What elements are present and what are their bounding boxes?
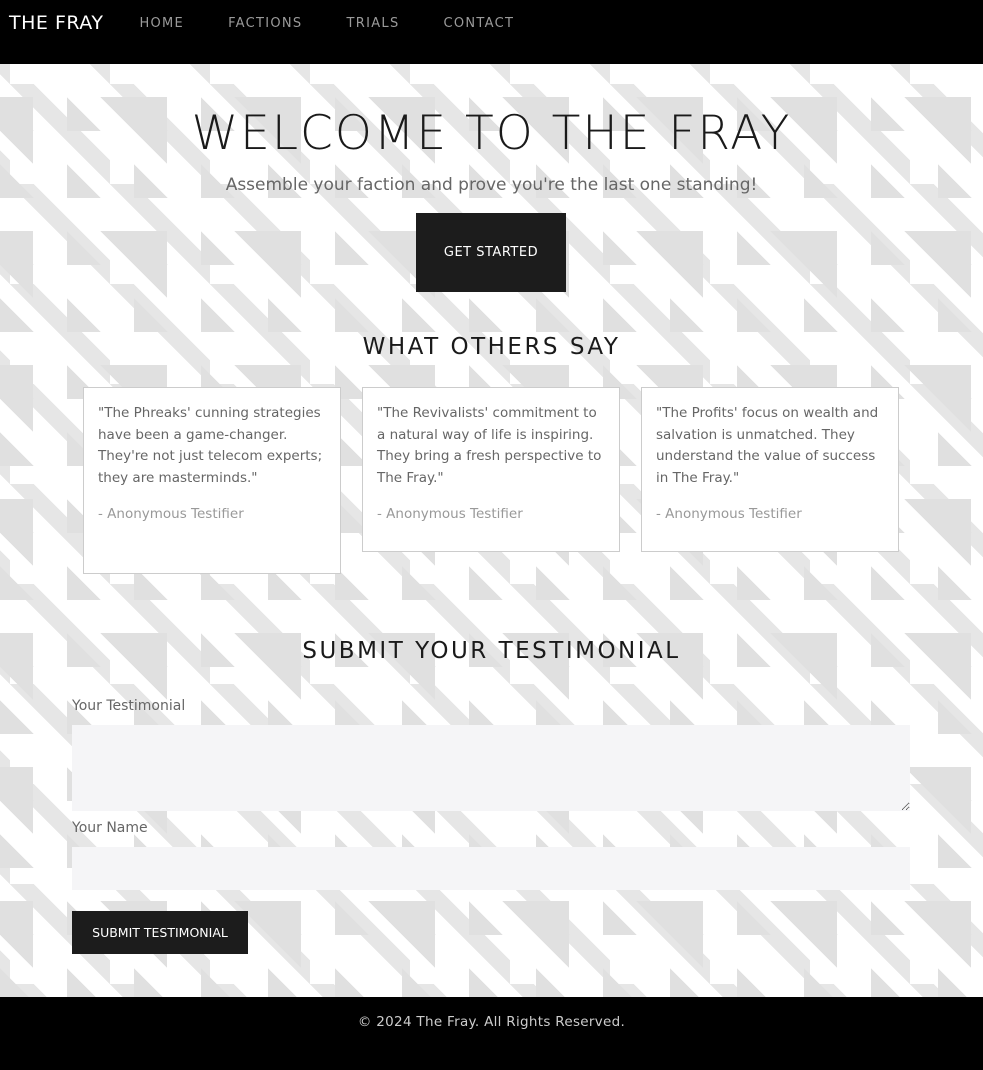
nav-contact[interactable]: CONTACT [444,16,515,31]
nav-trials[interactable]: TRIALS [347,16,400,31]
testimonial-label: Your Testimonial [72,698,186,714]
testimonial-textarea[interactable] [72,725,910,811]
nav-home[interactable]: HOME [139,16,184,31]
name-label: Your Name [72,820,148,836]
testimonial-quote: "The Revivalists' commitment to a natura… [377,405,602,486]
testimonial-card: "The Phreaks' cunning strategies have be… [83,387,341,574]
nav-factions[interactable]: FACTIONS [228,16,302,31]
get-started-button[interactable]: GET STARTED [416,213,566,292]
testimonial-author: - Anonymous Testifier [656,506,802,522]
submit-heading: SUBMIT YOUR TESTIMONIAL [302,638,681,664]
testimonial-card: "The Revivalists' commitment to a natura… [362,387,620,552]
testimonial-card: "The Profits' focus on wealth and salvat… [641,387,899,552]
testimonials-heading: WHAT OTHERS SAY [362,334,621,360]
copyright-text: © 2024 The Fray. All Rights Reserved. [357,1014,626,1030]
navbar: THE FRAY HOME FACTIONS TRIALS CONTACT [0,0,983,64]
footer: © 2024 The Fray. All Rights Reserved. [0,997,983,1070]
brand-logo[interactable]: THE FRAY [9,12,103,34]
testimonial-quote: "The Phreaks' cunning strategies have be… [98,405,323,486]
name-input[interactable] [72,847,910,890]
hero-title: WELCOME TO THE FRAY [191,106,792,161]
hero-subtitle: Assemble your faction and prove you're t… [225,175,758,195]
testimonial-quote: "The Profits' focus on wealth and salvat… [656,405,879,486]
main-content: WELCOME TO THE FRAY Assemble your factio… [0,64,983,997]
submit-testimonial-button[interactable]: SUBMIT TESTIMONIAL [72,911,248,954]
testimonial-author: - Anonymous Testifier [377,506,523,522]
testimonial-author: - Anonymous Testifier [98,506,244,522]
